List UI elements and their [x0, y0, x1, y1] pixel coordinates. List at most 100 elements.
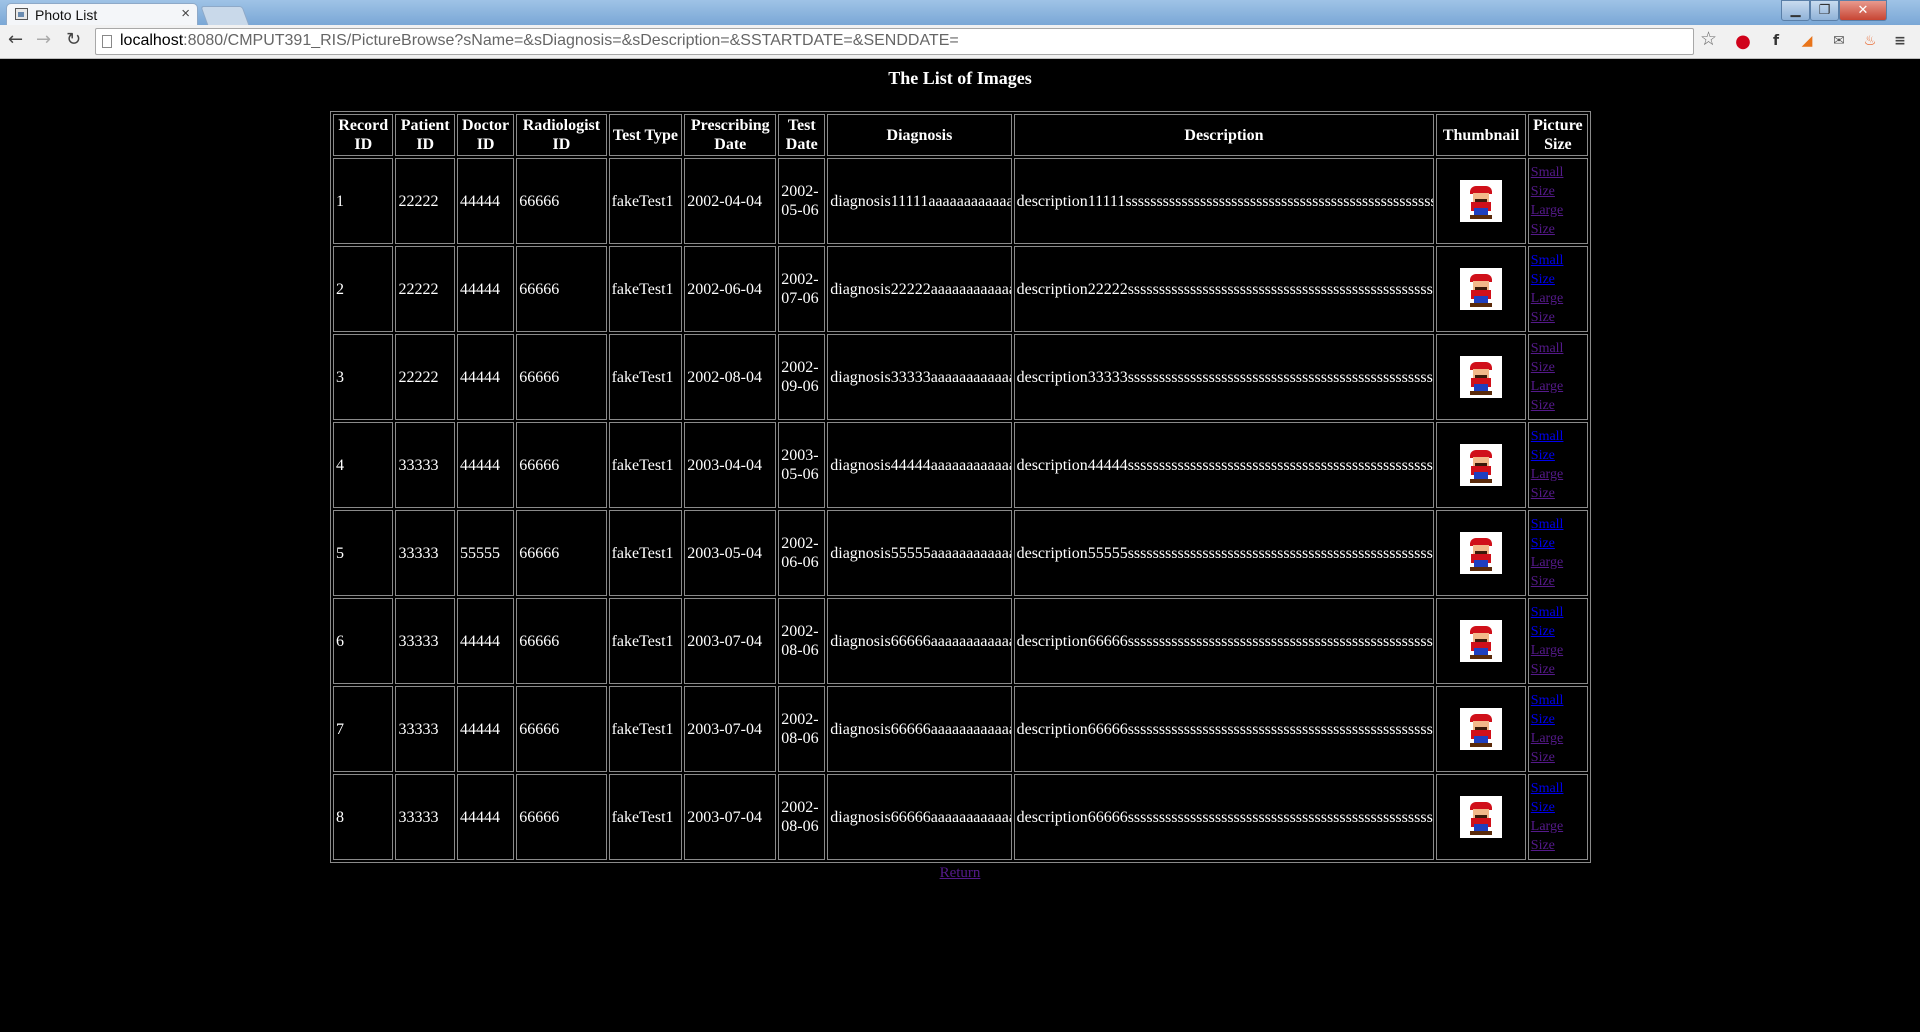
maximize-icon: ❐ — [1818, 3, 1831, 18]
record-id-cell: 7 — [333, 686, 394, 772]
header-row: Record ID Patient ID Doctor ID Radiologist … — [333, 114, 1588, 156]
maximize-button[interactable]: ❐ — [1810, 0, 1839, 21]
return-link[interactable]: Return — [940, 865, 981, 881]
prescribing-date-cell: 2002-04-04 — [684, 158, 777, 244]
close-window-button[interactable]: ✕ — [1839, 0, 1887, 21]
facebook-icon[interactable]: f — [1766, 31, 1786, 51]
radiologist-id-cell: 66666 — [516, 246, 607, 332]
small-size-link[interactable]: Small Size — [1531, 603, 1585, 641]
small-size-link[interactable]: Small Size — [1531, 339, 1585, 377]
table-row: 7 33333 44444 66666 fakeTest1 2003-07-04 2002-… — [333, 686, 1588, 772]
column-header: Diagnosis — [827, 114, 1012, 156]
fire-icon[interactable]: ♨ — [1860, 31, 1880, 51]
url-path: :8080/CMPUT391_RIS/PictureBrowse?sName=&… — [183, 32, 959, 49]
large-size-link[interactable]: Large Size — [1531, 377, 1585, 415]
thumbnail-image[interactable] — [1460, 180, 1503, 222]
forward-icon[interactable]: → — [36, 29, 51, 50]
back-icon[interactable]: ← — [8, 29, 23, 50]
table-row: 5 33333 55555 66666 fakeTest1 2003-05-04 2002-… — [333, 510, 1588, 596]
rss-icon[interactable]: ◢ — [1797, 31, 1817, 51]
patient-id-cell: 22222 — [395, 158, 455, 244]
large-size-link[interactable]: Large Size — [1531, 201, 1585, 239]
address-bar[interactable]: localhost:8080/CMPUT391_RIS/PictureBrows… — [95, 28, 1694, 55]
large-size-link[interactable]: Large Size — [1531, 289, 1585, 327]
small-size-link[interactable]: Small Size — [1531, 779, 1585, 817]
menu-icon[interactable]: ≡ — [1890, 31, 1910, 51]
column-header: Thumbnail — [1436, 114, 1526, 156]
radiologist-id-cell: 66666 — [516, 510, 607, 596]
record-id-cell: 6 — [333, 598, 394, 684]
small-size-link[interactable]: Small Size — [1531, 163, 1585, 201]
description-cell: description66666ssssssssssssssssssssssss… — [1013, 686, 1435, 772]
thumbnail-cell — [1436, 510, 1526, 596]
doctor-id-cell: 44444 — [456, 598, 515, 684]
thumbnail-image[interactable] — [1460, 532, 1503, 574]
large-size-link[interactable]: Large Size — [1531, 817, 1585, 855]
diagnosis-cell: diagnosis44444aaaaaaaaaaaaaaaaa — [827, 422, 1012, 508]
tab-close-icon[interactable]: × — [181, 5, 190, 22]
prescribing-date-cell: 2003-07-04 — [684, 774, 777, 860]
bookmark-star-icon[interactable]: ☆ — [1700, 28, 1717, 50]
thumbnail-image[interactable] — [1460, 620, 1503, 662]
patient-id-cell: 22222 — [395, 246, 455, 332]
gmail-icon[interactable]: ✉ — [1829, 31, 1849, 51]
tab-title: Photo List — [35, 7, 98, 23]
opera-icon[interactable]: ● — [1733, 31, 1753, 52]
thumbnail-image[interactable] — [1460, 444, 1503, 486]
prescribing-date-cell: 2003-07-04 — [684, 686, 777, 772]
reload-icon[interactable]: ↻ — [66, 29, 81, 50]
radiologist-id-cell: 66666 — [516, 774, 607, 860]
minimize-button[interactable]: ▁ — [1781, 0, 1810, 21]
thumbnail-image[interactable] — [1460, 356, 1503, 398]
test-type-cell: fakeTest1 — [608, 334, 683, 420]
diagnosis-cell: diagnosis66666aaaaaaaaaaaaaaaaa — [827, 774, 1012, 860]
doctor-id-cell: 55555 — [456, 510, 515, 596]
thumbnail-image[interactable] — [1460, 796, 1503, 838]
small-size-link[interactable]: Small Size — [1531, 515, 1585, 553]
description-cell: description66666ssssssssssssssssssssssss… — [1013, 598, 1435, 684]
record-id-cell: 1 — [333, 158, 394, 244]
record-id-cell: 4 — [333, 422, 394, 508]
thumbnail-cell — [1436, 686, 1526, 772]
large-size-link[interactable]: Large Size — [1531, 465, 1585, 503]
column-header: Prescribing Date — [684, 114, 777, 156]
column-header: Radiologist ID — [516, 114, 607, 156]
small-size-link[interactable]: Small Size — [1531, 427, 1585, 465]
large-size-link[interactable]: Large Size — [1531, 553, 1585, 591]
record-id-cell: 5 — [333, 510, 394, 596]
picture-size-cell: Small Size Large Size — [1527, 510, 1588, 596]
diagnosis-cell: diagnosis55555aaaaaaaaaaaaaaaaa — [827, 510, 1012, 596]
description-cell: description11111ssssssssssssssssssssssss… — [1013, 158, 1435, 244]
return-container: Return — [0, 865, 1920, 882]
thumbnail-cell — [1436, 422, 1526, 508]
large-size-link[interactable]: Large Size — [1531, 729, 1585, 767]
test-date-cell: 2002-08-06 — [778, 774, 826, 860]
large-size-link[interactable]: Large Size — [1531, 641, 1585, 679]
small-size-link[interactable]: Small Size — [1531, 691, 1585, 729]
picture-size-cell: Small Size Large Size — [1527, 422, 1588, 508]
column-header: Picture Size — [1527, 114, 1588, 156]
table-row: 3 22222 44444 66666 fakeTest1 2002-08-04 2002-… — [333, 334, 1588, 420]
diagnosis-cell: diagnosis33333aaaaaaaaaaaaaaaaa — [827, 334, 1012, 420]
url-text[interactable]: localhost:8080/CMPUT391_RIS/PictureBrows… — [120, 32, 959, 50]
test-date-cell: 2002-05-06 — [778, 158, 826, 244]
browser-tab[interactable]: Photo List × — [6, 3, 198, 25]
test-date-cell: 2003-05-06 — [778, 422, 826, 508]
test-date-cell: 2002-07-06 — [778, 246, 826, 332]
patient-id-cell: 33333 — [395, 774, 455, 860]
record-id-cell: 2 — [333, 246, 394, 332]
table-body: 1 22222 44444 66666 fakeTest1 2002-04-04 2002-… — [333, 158, 1588, 860]
test-date-cell: 2002-08-06 — [778, 598, 826, 684]
thumbnail-image[interactable] — [1460, 268, 1503, 310]
column-header: Test Type — [608, 114, 683, 156]
thumbnail-cell — [1436, 598, 1526, 684]
page-title: The List of Images — [888, 68, 1032, 88]
description-cell: description33333ssssssssssssssssssssssss… — [1013, 334, 1435, 420]
table-row: 8 33333 44444 66666 fakeTest1 2003-07-04 2002-… — [333, 774, 1588, 860]
thumbnail-image[interactable] — [1460, 708, 1503, 750]
images-table: Record ID Patient ID Doctor ID Radiologist … — [330, 111, 1591, 863]
diagnosis-cell: diagnosis22222aaaaaaaaaaaaaaaaa — [827, 246, 1012, 332]
new-tab-button[interactable] — [200, 6, 250, 26]
small-size-link[interactable]: Small Size — [1531, 251, 1585, 289]
test-date-cell: 2002-08-06 — [778, 686, 826, 772]
